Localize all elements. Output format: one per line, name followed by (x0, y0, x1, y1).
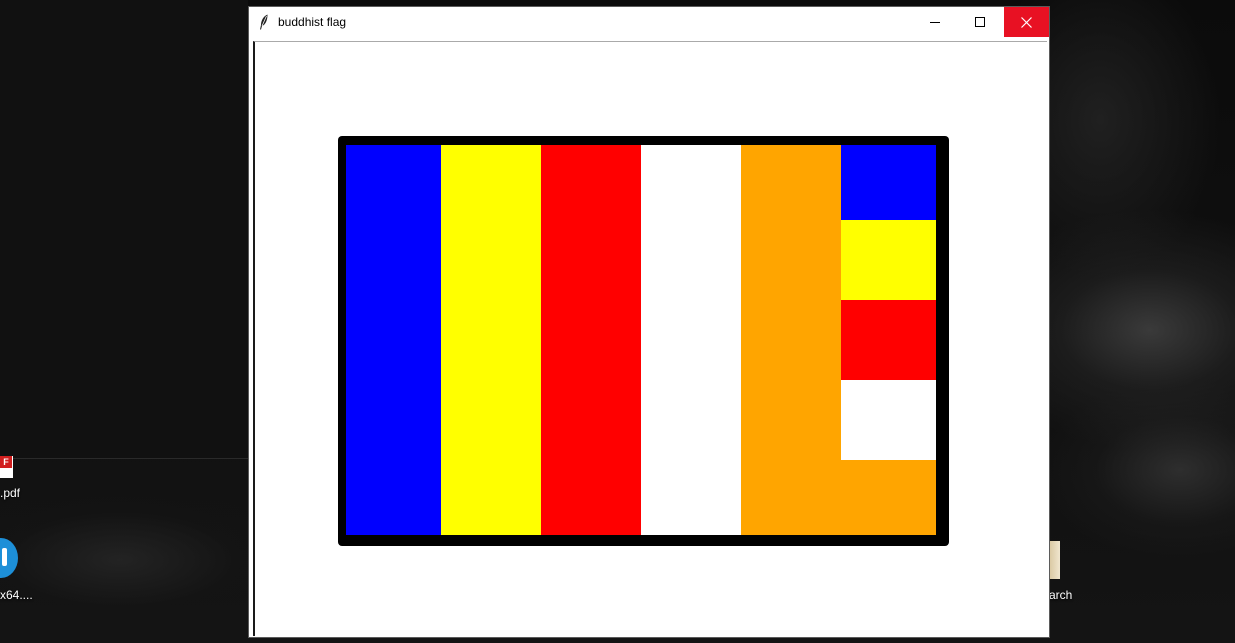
flag-stripe-white (641, 145, 741, 535)
canvas-area (253, 41, 1047, 636)
pdf-badge: F (0, 456, 12, 468)
close-icon (1021, 16, 1032, 28)
window-title: buddhist flag (278, 15, 347, 29)
flag-block-white (841, 380, 936, 460)
title-bar[interactable]: buddhist flag (249, 7, 1049, 37)
close-button[interactable] (1004, 7, 1049, 37)
maximize-button[interactable] (958, 7, 1003, 37)
flag-stripe-blue (346, 145, 441, 535)
desktop: F .pdf x64.... arch buddhist flag (0, 0, 1235, 643)
flag-block-blue (841, 145, 936, 220)
pdf-file-icon[interactable]: F (0, 456, 13, 478)
feather-icon (260, 14, 268, 30)
minimize-button[interactable] (913, 7, 958, 37)
flag-block-red (841, 300, 936, 380)
search-shortcut-icon[interactable] (1049, 541, 1060, 579)
app-window: buddhist flag (249, 7, 1049, 637)
flag-stripe-red (541, 145, 641, 535)
desktop-icon-label[interactable]: x64.... (0, 588, 33, 602)
desktop-icon-label[interactable]: .pdf (0, 486, 20, 500)
flag-block-yellow (841, 220, 936, 300)
flag-stripe-yellow (441, 145, 541, 535)
background-window (0, 0, 248, 459)
flag-block-orange (841, 460, 936, 535)
desktop-icon-label[interactable]: arch (1049, 588, 1072, 602)
flag-drawing (338, 136, 949, 546)
maximize-icon (975, 16, 985, 27)
minimize-icon (930, 21, 940, 23)
flag-stripe-orange (741, 145, 841, 535)
